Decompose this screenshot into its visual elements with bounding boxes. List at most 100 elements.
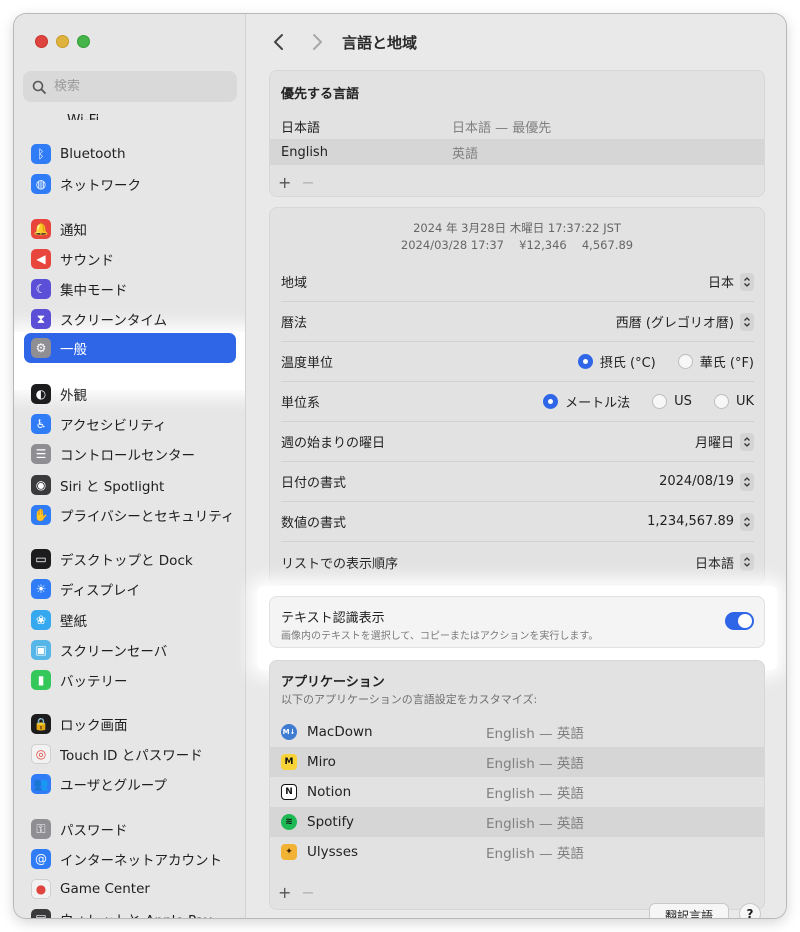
sidebar-item-label: デスクトップと Dock — [60, 553, 193, 569]
hand-icon: ✋ — [31, 505, 51, 525]
translation-languages-button[interactable]: 翻訳言語 — [649, 903, 729, 918]
date-format-popup[interactable]: 2024/08/19 — [659, 472, 754, 491]
radio-label: 華氏 (°F) — [699, 356, 754, 371]
search-field[interactable] — [23, 71, 237, 102]
sidebar-item[interactable]: ▭ デスクトップと Dock — [24, 544, 236, 574]
sidebar-item[interactable]: ◐ 外観 — [24, 379, 236, 409]
sidebar-item[interactable]: 👥 ユーザとグループ — [24, 769, 236, 799]
app-row[interactable]: M Miro English — 英語 — [270, 747, 764, 777]
add-app-button[interactable]: + — [278, 883, 291, 902]
row-value: 日本 — [707, 276, 734, 291]
app-row[interactable]: ≋ Spotify English — 英語 — [270, 807, 764, 837]
fahrenheit-radio[interactable]: 華氏 (°F) — [677, 352, 754, 371]
close-button[interactable] — [35, 35, 48, 48]
live-text-toggle[interactable] — [725, 612, 754, 630]
sidebar-item[interactable]: ◍ ネットワーク — [24, 169, 236, 199]
sidebar-item[interactable]: ⧗ スクリーンタイム — [24, 304, 236, 334]
zoom-button[interactable] — [77, 35, 90, 48]
users-icon: 👥 — [31, 774, 51, 794]
preview-line: 2024/03/28 17:37 ¥12,346 4,567.89 — [400, 238, 634, 252]
us-radio[interactable]: US — [652, 394, 692, 409]
sidebar-item[interactable]: ♿ アクセシビリティ — [24, 409, 236, 439]
sidebar-item-label: パスワード — [60, 823, 128, 839]
sidebar-item-label: コントロールセンター — [60, 448, 195, 464]
sidebar-item-label: Touch ID とパスワード — [60, 748, 203, 764]
row-label: 日付の書式 — [281, 476, 347, 491]
celsius-radio[interactable]: 摂氏 (°C) — [577, 352, 656, 371]
row-label: 温度単位 — [281, 356, 334, 371]
sidebar-item[interactable]: ● Game Center — [24, 874, 236, 904]
list-sort-popup[interactable]: 日本語 — [695, 553, 754, 572]
sidebar-item-wifi[interactable]: Wi-Fi — [24, 106, 236, 120]
sidebar-item[interactable]: ☀ ディスプレイ — [24, 574, 236, 604]
sidebar-item[interactable]: ☾ 集中モード — [24, 274, 236, 304]
region-row: 地域 日本 — [281, 262, 754, 302]
add-language-button[interactable]: + — [278, 173, 291, 192]
calendar-popup[interactable]: 西暦 (グレゴリオ暦) — [616, 312, 754, 331]
app-row[interactable]: N Notion English — 英語 — [270, 777, 764, 807]
moon-icon: ☾ — [31, 279, 51, 299]
language-detail: 英語 — [452, 146, 479, 162]
sidebar-item[interactable]: ✋ プライバシーとセキュリティ — [24, 500, 236, 530]
window-controls — [35, 35, 90, 48]
section-subheading: 以下のアプリケーションの言語設定をカスタマイズ: — [281, 693, 538, 706]
first-day-popup[interactable]: 月曜日 — [695, 432, 754, 451]
sidebar-item[interactable]: ◀ サウンド — [24, 244, 236, 274]
search-input[interactable] — [54, 79, 224, 94]
language-row[interactable]: English 英語 — [270, 139, 764, 165]
gear-icon: ⚙ — [31, 338, 51, 358]
sidebar-item-general[interactable]: ⚙ 一般 — [24, 333, 236, 363]
sidebar-item[interactable]: ▣ スクリーンセーバ — [24, 635, 236, 665]
sidebar-item[interactable]: ᛒ Bluetooth — [24, 139, 236, 169]
search-icon — [32, 80, 46, 94]
main-pane: 言語と地域 優先する言語 日本語 日本語 — 最優先 English 英語 + … — [247, 14, 786, 918]
sidebar-item-label: ウォレットと Apple Pay — [60, 909, 212, 918]
region-popup[interactable]: 日本 — [708, 272, 754, 291]
sidebar-item[interactable]: 🔒 ロック画面 — [24, 709, 236, 739]
sidebar-item[interactable]: ◉ Siri と Spotlight — [24, 470, 236, 500]
app-name: Notion — [307, 784, 352, 800]
accessibility-icon: ♿ — [31, 414, 51, 434]
updown-chevron-icon — [740, 312, 754, 331]
remove-app-button[interactable]: − — [301, 883, 314, 902]
sidebar-item-label: 一般 — [60, 342, 87, 358]
chevron-left-icon[interactable] — [269, 32, 289, 52]
sidebar-item-label: Game Center — [60, 881, 150, 897]
sidebar-item[interactable]: ⚿ パスワード — [24, 814, 236, 844]
app-name: Spotify — [307, 814, 354, 830]
sidebar-item[interactable]: ▤ ウォレットと Apple Pay — [24, 904, 236, 918]
updown-chevron-icon — [740, 512, 754, 531]
minimize-button[interactable] — [56, 35, 69, 48]
screensaver-icon: ▣ — [31, 640, 51, 660]
number-format-popup[interactable]: 1,234,567.89 — [647, 512, 754, 531]
chevron-right-icon[interactable] — [307, 32, 327, 52]
sidebar-item-label: ユーザとグループ — [60, 778, 167, 794]
sidebar-item[interactable]: ❀ 壁紙 — [24, 605, 236, 635]
sidebar-item-label: プライバシーとセキュリティ — [60, 509, 235, 525]
list-sort-row: リストでの表示順序 日本語 — [281, 542, 754, 582]
notion-icon: N — [281, 784, 297, 800]
gamecenter-icon: ● — [31, 879, 51, 899]
row-value: 2024/08/19 — [659, 474, 734, 489]
remove-language-button[interactable]: − — [301, 173, 314, 192]
sidebar-item-label: Siri と Spotlight — [60, 479, 165, 495]
flower-icon: ❀ — [31, 610, 51, 630]
sidebar-item[interactable]: @ インターネットアカウント — [24, 844, 236, 874]
sidebar-item-label: インターネットアカウント — [60, 853, 222, 869]
uk-radio[interactable]: UK — [713, 394, 754, 409]
sidebar-item-label: スクリーンセーバ — [60, 644, 168, 660]
app-row[interactable]: M↓ MacDown English — 英語 — [270, 717, 764, 747]
language-row[interactable]: 日本語 日本語 — 最優先 — [270, 113, 764, 139]
sidebar-item[interactable]: ▮ バッテリー — [24, 665, 236, 695]
sidebar-item[interactable]: 🔔 通知 — [24, 214, 236, 244]
metric-radio[interactable]: メートル法 — [543, 392, 630, 411]
row-value: 月曜日 — [694, 436, 734, 451]
sidebar-item[interactable]: ☰ コントロールセンター — [24, 439, 236, 469]
sidebar-item[interactable]: ◎ Touch ID とパスワード — [24, 739, 236, 769]
app-row[interactable]: ✦ Ulysses English — 英語 — [270, 837, 764, 867]
row-value: 日本語 — [694, 556, 734, 572]
sidebar-item-label: Bluetooth — [60, 146, 126, 162]
region-settings-panel: 2024 年 3月28日 木曜日 17:37:22 JST 2024/03/28… — [269, 207, 765, 585]
help-button[interactable]: ? — [739, 903, 761, 918]
sidebar-item-label: スクリーンタイム — [60, 313, 168, 329]
